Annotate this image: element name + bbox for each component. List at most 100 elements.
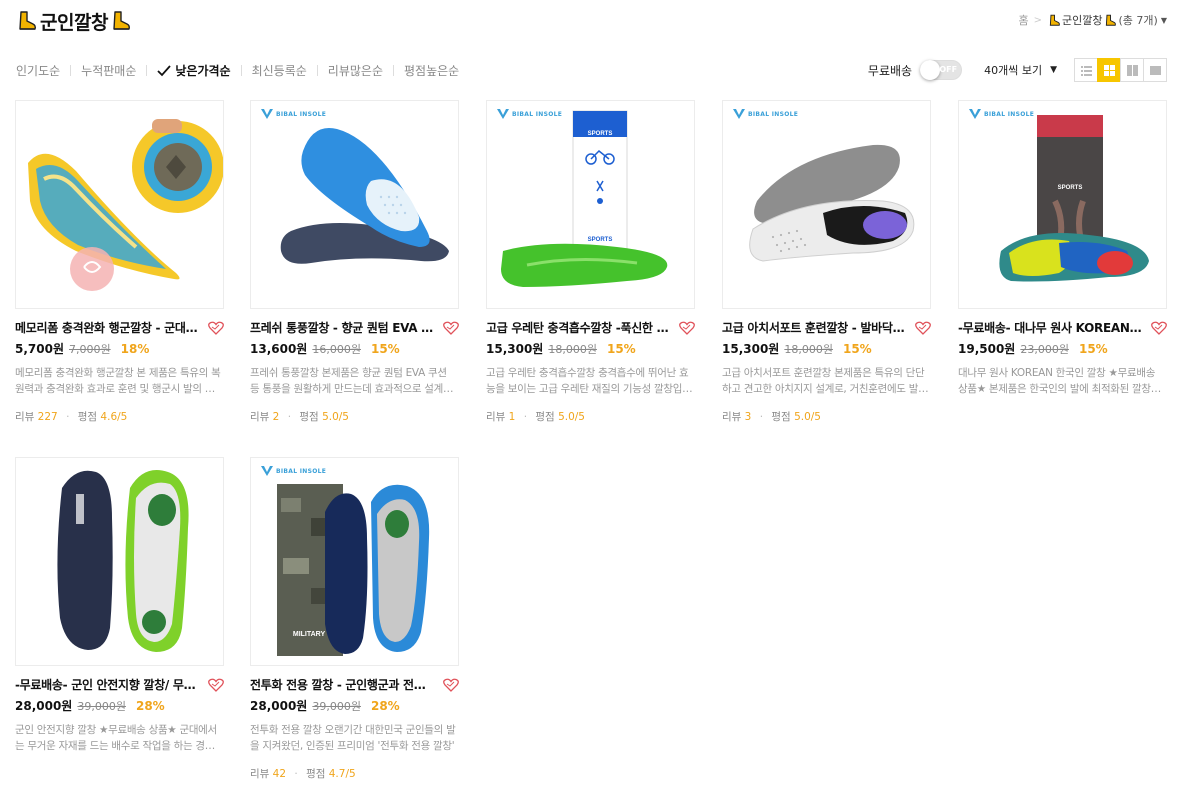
product-card[interactable]: BIBAL INSOLE MILITARY 전투화 전용 깔창 - 군인행군과 … [250, 457, 459, 781]
product-image[interactable]: BIBAL INSOLE SPORTS SPORTS [486, 100, 695, 309]
review-count: 3 [744, 411, 752, 423]
review-label: 리뷰 [250, 411, 270, 423]
box-label: MILITARY [293, 631, 326, 638]
product-image[interactable]: BIBAL INSOLE MILITARY [250, 457, 459, 666]
dot-separator: · [287, 411, 292, 423]
free-shipping-toggle[interactable]: OFF [920, 60, 963, 80]
heart-icon[interactable] [443, 678, 459, 692]
review-label: 리뷰 [486, 411, 506, 423]
sort-newest[interactable]: 최신등록순 [252, 62, 307, 79]
heart-icon[interactable] [208, 678, 224, 692]
review-summary: 리뷰 2 · 평점 5.0/5 [250, 409, 459, 424]
two-column-icon [1126, 64, 1138, 76]
divider [392, 65, 394, 76]
review-summary: 리뷰 227 · 평점 4.6/5 [15, 409, 224, 424]
sort-most-reviews[interactable]: 리뷰많은순 [328, 62, 383, 79]
product-image[interactable] [15, 457, 224, 666]
product-name[interactable]: 메모리폼 충격완화 행군깔창 - 군대 군인 군화 깔창 [15, 319, 201, 336]
free-shipping-label: 무료배송 [867, 63, 913, 78]
product-name[interactable]: -무료배송- 군인 안전지향 깔창/ 무게분산 깔창 [15, 676, 201, 693]
product-original-price: 18,000원 [784, 343, 833, 356]
review-count: 1 [508, 411, 516, 423]
product-card[interactable]: BIBAL INSOLE SPORTS SPORTS 고급 우레탄 충격흡수깔창… [486, 100, 695, 424]
breadcrumb-home[interactable]: 홈 [1019, 12, 1029, 28]
grid-large-view-button[interactable] [1120, 58, 1144, 82]
caret-down-icon: ▼ [1050, 65, 1057, 75]
product-name[interactable]: -무료배송- 대나무 원사 KOREAN 한국인 깔창 [958, 319, 1144, 336]
sort-top-rated[interactable]: 평점높은순 [404, 62, 459, 79]
product-card[interactable]: -무료배송- 군인 안전지향 깔창/ 무게분산 깔창 28,000원 39,00… [15, 457, 224, 754]
heart-icon[interactable] [443, 321, 459, 335]
rating-label: 평점 [306, 768, 326, 780]
insole-image [57, 470, 189, 652]
product-name[interactable]: 고급 아치서포트 훈련깔창 - 발바닥 아치 지지 [722, 319, 908, 336]
insole-image: MILITARY [277, 484, 430, 656]
insole-image: SPORTS [999, 115, 1149, 282]
list-view-button[interactable] [1074, 58, 1098, 82]
box-label: SPORTS [588, 131, 613, 137]
product-card[interactable]: BIBAL INSOLE SPORTS -무료배송- 대나무 원사 KOREAN… [958, 100, 1167, 397]
toggle-knob [920, 60, 941, 80]
product-price: 13,600원 [250, 342, 308, 356]
toggle-state: OFF [939, 65, 958, 74]
heart-icon[interactable] [1151, 321, 1167, 335]
heart-icon[interactable] [679, 321, 695, 335]
rating-label: 평점 [299, 411, 319, 423]
insole-image [749, 144, 915, 262]
product-name[interactable]: 전투화 전용 깔창 - 군인행군과 전투화를 위한 [250, 676, 436, 693]
product-discount: 18% [120, 342, 150, 356]
product-discount: 15% [842, 342, 872, 356]
product-original-price: 16,000원 [312, 343, 361, 356]
product-discount: 28% [370, 699, 400, 713]
boot-icon [1105, 14, 1116, 26]
product-image[interactable]: BIBAL INSOLE SPORTS [958, 100, 1167, 309]
product-discount: 15% [370, 342, 400, 356]
product-price: 19,500원 [958, 342, 1016, 356]
box-label: SPORTS [1058, 185, 1083, 191]
product-card[interactable]: 메모리폼 충격완화 행군깔창 - 군대 군인 군화 깔창 5,700원 7,00… [15, 100, 224, 424]
boot-icon [19, 11, 36, 30]
breadcrumb-current[interactable]: 군인깔창 (총 7개) ▼ [1047, 12, 1167, 28]
product-name[interactable]: 고급 우레탄 충격흡수깔창 -푹신한 쿠션감 [486, 319, 672, 336]
review-count: 42 [272, 768, 287, 780]
breadcrumb-count: (총 7개) [1118, 14, 1158, 27]
product-card[interactable]: BIBAL INSOLE 프레쉬 통풍깔창 - 향균 퀀텀 EVA 쿠션 깔창 … [250, 100, 459, 424]
grid-small-view-button[interactable] [1097, 58, 1121, 82]
product-description: 고급 아치서포트 훈련깔창 본제품은 특유의 단단하고 견고한 아치지지 설계로… [722, 367, 928, 395]
per-page-select[interactable]: 40개씩 보기 ▼ [984, 62, 1057, 78]
product-original-price: 18,000원 [548, 343, 597, 356]
insole-image [280, 127, 449, 264]
review-label: 리뷰 [722, 411, 742, 423]
product-description: 군인 안전지향 깔창 ★무료배송 상품★ 군대에서는 무거운 자재를 드는 배수… [15, 724, 224, 752]
rating-value: 4.7/5 [328, 768, 356, 780]
product-price: 15,300원 [486, 342, 544, 356]
review-count: 2 [272, 411, 280, 423]
single-column-icon [1149, 65, 1161, 75]
dot-separator: · [294, 768, 298, 780]
product-price: 5,700원 [15, 342, 64, 356]
product-price: 28,000원 [250, 699, 308, 713]
product-description: 전투화 전용 깔창 오랜기간 대한민국 군인들의 발을 지켜왔던, 인증된 프리… [250, 724, 456, 752]
product-name[interactable]: 프레쉬 통풍깔창 - 향균 퀀텀 EVA 쿠션 깔창 [250, 319, 436, 336]
review-summary: 리뷰 3 · 평점 5.0/5 [722, 409, 931, 424]
sort-lowest-price[interactable]: 낮은가격순 [157, 62, 231, 79]
review-label: 리뷰 [250, 768, 270, 780]
product-description: 메모리폼 충격완화 행군깔창 본 제품은 특유의 복원력과 충격완화 효과로 훈… [15, 367, 224, 395]
sort-sales[interactable]: 누적판매순 [81, 62, 136, 79]
grid-icon [1103, 64, 1115, 76]
list-view-icon [1080, 65, 1092, 76]
caret-down-icon[interactable]: ▼ [1161, 16, 1167, 25]
product-image[interactable]: BIBAL INSOLE [722, 100, 931, 309]
dot-separator: · [66, 411, 70, 423]
page-title-text: 군인깔창 [40, 11, 108, 34]
heart-icon[interactable] [208, 321, 224, 335]
single-view-button[interactable] [1143, 58, 1167, 82]
rating-label: 평점 [77, 411, 98, 423]
product-card[interactable]: BIBAL INSOLE 고급 아치서포트 훈련깔창 - 발바닥 아치 지지 1… [722, 100, 931, 424]
heart-icon[interactable] [915, 321, 931, 335]
sort-popular[interactable]: 인기도순 [16, 62, 60, 79]
product-image[interactable]: BIBAL INSOLE [250, 100, 459, 309]
product-image[interactable] [15, 100, 224, 309]
product-price: 15,300원 [722, 342, 780, 356]
sort-lowest-price-label: 낮은가격순 [175, 64, 231, 78]
